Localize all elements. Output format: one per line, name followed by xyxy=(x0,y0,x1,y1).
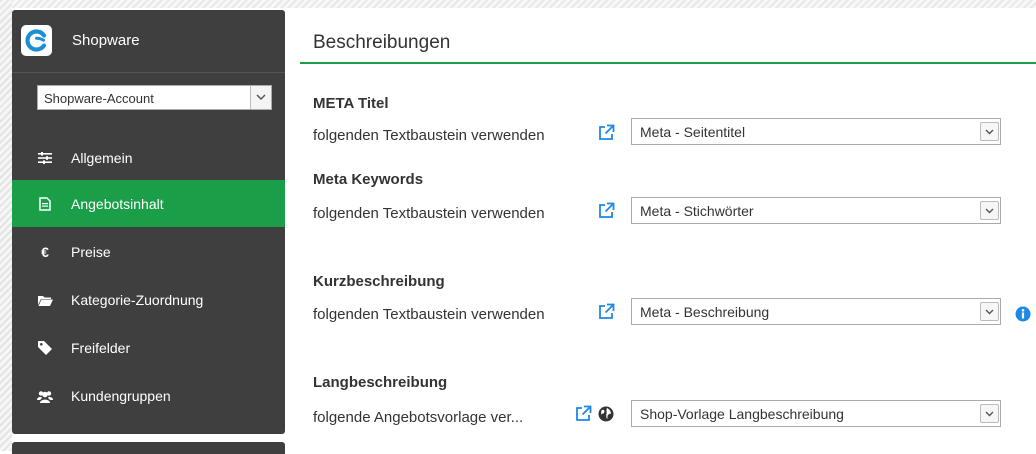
row-label: folgenden Textbaustein verwenden xyxy=(313,306,545,323)
folder-icon xyxy=(36,291,54,309)
external-link-icon[interactable] xyxy=(575,405,592,427)
globe-icon[interactable] xyxy=(598,406,614,427)
textbaustein-select-kurzbeschreibung[interactable]: Meta - Beschreibung xyxy=(631,298,1001,325)
background-pattern-top xyxy=(12,0,1036,8)
background-pattern xyxy=(0,0,12,451)
select-value: Shop-Vorlage Langbeschreibung xyxy=(640,406,844,422)
chevron-down-icon[interactable] xyxy=(980,201,999,220)
euro-icon: € xyxy=(41,244,49,260)
shopware-logo-icon xyxy=(21,25,52,56)
chevron-down-icon[interactable] xyxy=(980,404,999,423)
row-label: folgende Angebotsvorlage ver... xyxy=(313,409,524,426)
section-heading-langbeschreibung: Langbeschreibung xyxy=(313,374,448,391)
sidebar-next-panel xyxy=(12,442,285,454)
row-label: folgenden Textbaustein verwenden xyxy=(313,205,545,222)
external-link-icon[interactable] xyxy=(598,124,615,146)
sidebar-item-label: Kategorie-Zuordnung xyxy=(71,292,204,308)
row-label: folgenden Textbaustein verwenden xyxy=(313,127,545,144)
sidebar-item-label: Angebotsinhalt xyxy=(71,196,164,212)
info-icon[interactable] xyxy=(1015,306,1031,327)
external-link-icon[interactable] xyxy=(598,202,615,224)
chevron-down-icon[interactable] xyxy=(250,86,271,109)
sidebar-item-label: Freifelder xyxy=(71,340,131,356)
page-title: Beschreibungen xyxy=(313,32,451,53)
title-divider xyxy=(300,62,1036,64)
textbaustein-select-meta-keywords[interactable]: Meta - Stichwörter xyxy=(631,197,1001,224)
section-heading-meta-keywords: Meta Keywords xyxy=(313,171,424,188)
sidebar-item-freifelder[interactable]: Freifelder xyxy=(12,324,285,371)
sidebar-item-kategorie-zuordnung[interactable]: Kategorie-Zuordnung xyxy=(12,276,285,323)
brand-name: Shopware xyxy=(72,32,140,49)
select-value: Meta - Stichwörter xyxy=(640,203,754,219)
tag-icon xyxy=(36,339,54,357)
sidebar-item-preise[interactable]: € Preise xyxy=(12,228,285,275)
sidebar-item-label: Preise xyxy=(71,244,111,260)
external-link-icon[interactable] xyxy=(598,303,615,325)
sidebar-item-label: Allgemein xyxy=(71,150,133,166)
document-icon xyxy=(36,195,54,213)
chevron-down-icon[interactable] xyxy=(980,302,999,321)
users-icon xyxy=(36,387,54,405)
sidebar-item-kundengruppen[interactable]: Kundengruppen xyxy=(12,372,285,419)
account-select[interactable]: Shopware-Account xyxy=(37,85,272,110)
section-heading-meta-titel: META Titel xyxy=(313,95,389,112)
chevron-down-icon[interactable] xyxy=(980,122,999,141)
sidebar-item-label: Kundengruppen xyxy=(71,388,171,404)
sidebar: Shopware Shopware-Account Allgemein Ange… xyxy=(12,10,285,434)
section-heading-kurzbeschreibung: Kurzbeschreibung xyxy=(313,273,445,290)
sidebar-item-angebotsinhalt[interactable]: Angebotsinhalt xyxy=(12,180,285,227)
sliders-icon xyxy=(36,149,54,167)
account-select-value: Shopware-Account xyxy=(44,91,154,106)
textbaustein-select-meta-titel[interactable]: Meta - Seitentitel xyxy=(631,118,1001,145)
sidebar-header: Shopware xyxy=(12,10,285,73)
angebotsvorlage-select-langbeschreibung[interactable]: Shop-Vorlage Langbeschreibung xyxy=(631,400,1001,427)
select-value: Meta - Seitentitel xyxy=(640,124,746,140)
sidebar-item-allgemein[interactable]: Allgemein xyxy=(12,134,285,181)
select-value: Meta - Beschreibung xyxy=(640,304,770,320)
